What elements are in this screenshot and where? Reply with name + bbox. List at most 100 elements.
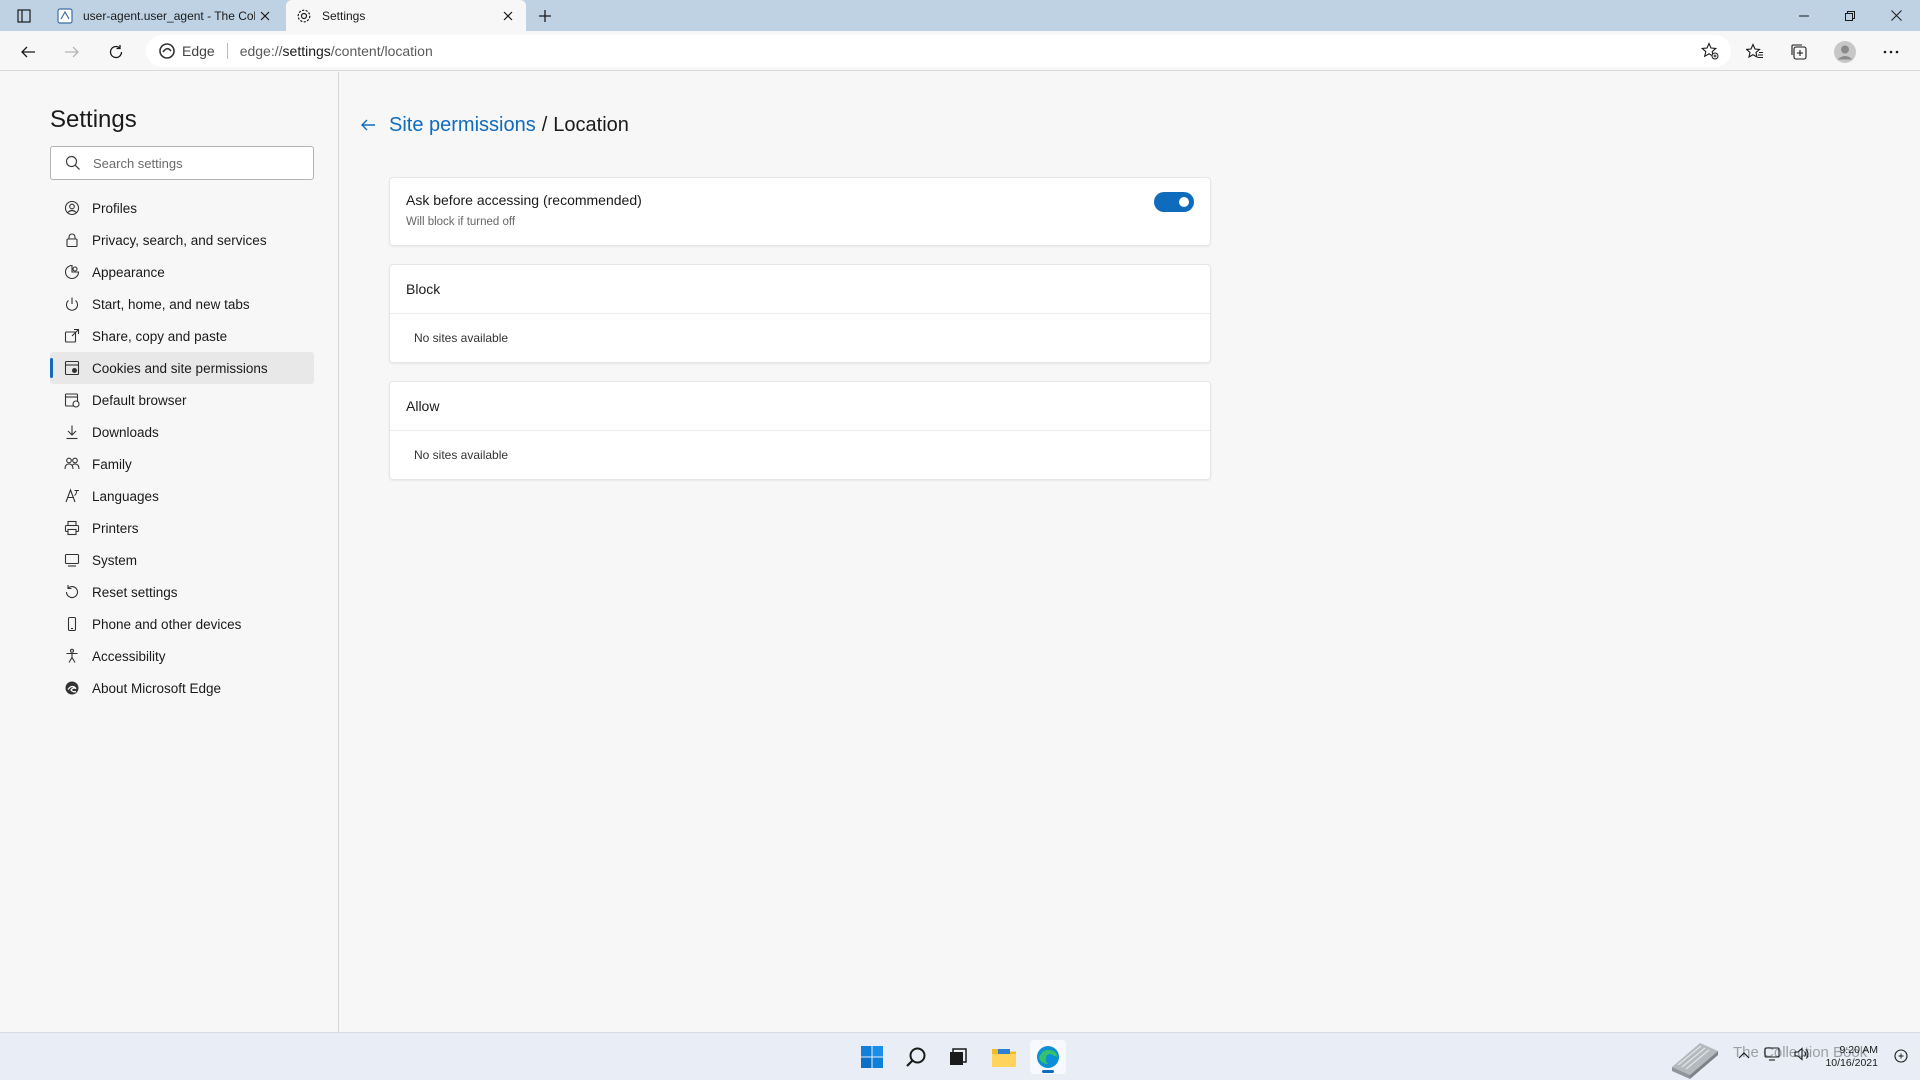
minimize-icon bbox=[1799, 15, 1809, 16]
breadcrumb-site-permissions-link[interactable]: Site permissions bbox=[389, 114, 536, 137]
taskbar-clock[interactable]: 9:20 AM 10/16/2021 bbox=[1825, 1044, 1878, 1070]
restore-button[interactable] bbox=[1828, 0, 1872, 31]
search-icon bbox=[65, 155, 80, 170]
more-options-button[interactable] bbox=[1877, 38, 1905, 66]
breadcrumb-separator: / bbox=[541, 113, 548, 136]
address-divider bbox=[226, 43, 228, 59]
avatar-icon bbox=[1834, 41, 1856, 63]
sidebar-item-label: Reset settings bbox=[92, 584, 178, 600]
start-button[interactable] bbox=[854, 1040, 890, 1074]
refresh-icon bbox=[109, 45, 123, 59]
back-arrow-icon[interactable] bbox=[358, 115, 378, 135]
block-empty-message: No sites available bbox=[414, 331, 509, 345]
sidebar-item-label: Appearance bbox=[92, 264, 165, 280]
url-host: settings bbox=[282, 43, 331, 59]
minimize-button[interactable] bbox=[1782, 0, 1826, 31]
close-window-button[interactable] bbox=[1874, 0, 1918, 31]
ask-before-accessing-toggle[interactable] bbox=[1154, 192, 1194, 212]
sidebar-item-reset[interactable]: Reset settings bbox=[50, 576, 314, 608]
url-text[interactable]: edge://settings/content/location bbox=[240, 43, 433, 59]
page-title: Location bbox=[553, 113, 629, 136]
search-settings-input[interactable]: Search settings bbox=[50, 146, 314, 180]
favorites-button[interactable] bbox=[1741, 38, 1769, 66]
sidebar-item-about[interactable]: About Microsoft Edge bbox=[50, 672, 314, 704]
network-icon[interactable] bbox=[1764, 1047, 1780, 1064]
clock-date: 10/16/2021 bbox=[1825, 1057, 1878, 1069]
arrow-right-icon bbox=[65, 46, 79, 58]
add-favorite-icon[interactable] bbox=[1700, 42, 1719, 60]
taskbar: The Collection Book 9:20 AM 10/16/2021 bbox=[0, 1032, 1920, 1080]
tab-title: Settings bbox=[322, 8, 366, 23]
folder-icon bbox=[992, 1049, 1016, 1067]
clock-time: 9:20 AM bbox=[1839, 1044, 1878, 1056]
favorites-icon bbox=[1746, 43, 1763, 59]
windows-logo-icon bbox=[861, 1046, 883, 1068]
sidebar-item-start-home[interactable]: Start, home, and new tabs bbox=[50, 288, 314, 320]
forward-button[interactable] bbox=[58, 38, 86, 66]
appearance-icon bbox=[63, 263, 81, 281]
settings-sidebar: Settings Search settings Profiles Privac… bbox=[0, 72, 339, 1032]
sidebar-item-languages[interactable]: Languages bbox=[50, 480, 314, 512]
sidebar-item-appearance[interactable]: Appearance bbox=[50, 256, 314, 288]
download-icon bbox=[63, 423, 81, 441]
sidebar-item-label: Languages bbox=[92, 488, 159, 504]
notification-icon[interactable] bbox=[1894, 1049, 1908, 1068]
sidebar-item-share[interactable]: Share, copy and paste bbox=[50, 320, 314, 352]
site-identity-label[interactable]: Edge bbox=[182, 43, 215, 59]
file-explorer-button[interactable] bbox=[986, 1040, 1022, 1074]
sidebar-item-system[interactable]: System bbox=[50, 544, 314, 576]
close-tab-icon[interactable] bbox=[255, 6, 275, 26]
gear-icon bbox=[296, 8, 312, 24]
browser-icon bbox=[63, 391, 81, 409]
collections-button[interactable] bbox=[1785, 38, 1813, 66]
sidebar-item-label: Phone and other devices bbox=[92, 616, 242, 632]
toggle-knob bbox=[1179, 197, 1189, 207]
plus-icon bbox=[539, 10, 551, 22]
address-bar[interactable]: Edge edge://settings/content/location bbox=[146, 35, 1731, 67]
back-button[interactable] bbox=[14, 38, 42, 66]
sidebar-item-printers[interactable]: Printers bbox=[50, 512, 314, 544]
tab-settings[interactable]: Settings bbox=[286, 0, 526, 31]
search-icon bbox=[906, 1047, 926, 1067]
edge-logo-icon bbox=[158, 42, 176, 60]
profile-button[interactable] bbox=[1831, 38, 1859, 66]
volume-icon[interactable] bbox=[1794, 1047, 1810, 1064]
settings-content: Site permissions / Location Ask before a… bbox=[340, 72, 1920, 1032]
close-tab-icon[interactable] bbox=[498, 6, 518, 26]
ask-before-accessing-label: Ask before accessing (recommended) bbox=[406, 192, 642, 208]
page-favicon-icon bbox=[57, 7, 73, 24]
edge-logo-icon bbox=[1037, 1046, 1059, 1068]
sidebar-item-default-browser[interactable]: Default browser bbox=[50, 384, 314, 416]
chevron-up-icon[interactable] bbox=[1738, 1050, 1750, 1062]
tab-title: user-agent.user_agent - The Coll bbox=[83, 8, 255, 23]
sidebar-item-downloads[interactable]: Downloads bbox=[50, 416, 314, 448]
new-tab-button[interactable] bbox=[534, 5, 556, 27]
family-icon bbox=[63, 455, 81, 473]
block-heading: Block bbox=[390, 265, 1210, 314]
sidebar-item-family[interactable]: Family bbox=[50, 448, 314, 480]
task-view-button[interactable] bbox=[940, 1040, 976, 1074]
sidebar-item-label: Cookies and site permissions bbox=[92, 360, 268, 376]
tab-actions-button[interactable] bbox=[10, 5, 38, 27]
sidebar-item-cookies[interactable]: Cookies and site permissions bbox=[50, 352, 314, 384]
lock-icon bbox=[63, 231, 81, 249]
sidebar-item-phone[interactable]: Phone and other devices bbox=[50, 608, 314, 640]
sidebar-item-profiles[interactable]: Profiles bbox=[50, 192, 314, 224]
sidebar-item-privacy[interactable]: Privacy, search, and services bbox=[50, 224, 314, 256]
sidebar-item-label: Printers bbox=[92, 520, 139, 536]
sidebar-item-label: Profiles bbox=[92, 200, 138, 216]
settings-title: Settings bbox=[50, 106, 137, 133]
ellipsis-icon bbox=[1883, 50, 1899, 54]
accessibility-icon bbox=[63, 647, 81, 665]
sidebar-item-accessibility[interactable]: Accessibility bbox=[50, 640, 314, 672]
ask-before-accessing-description: Will block if turned off bbox=[406, 216, 516, 228]
refresh-button[interactable] bbox=[102, 38, 130, 66]
power-icon bbox=[63, 295, 81, 313]
share-icon bbox=[63, 327, 81, 345]
allow-empty-message: No sites available bbox=[414, 448, 509, 462]
taskbar-search-button[interactable] bbox=[898, 1040, 934, 1074]
tab-user-agent[interactable]: user-agent.user_agent - The Coll bbox=[47, 0, 283, 31]
printer-icon bbox=[63, 519, 81, 537]
edge-taskbar-button[interactable] bbox=[1030, 1040, 1066, 1074]
book-logo-icon bbox=[1672, 1043, 1718, 1079]
